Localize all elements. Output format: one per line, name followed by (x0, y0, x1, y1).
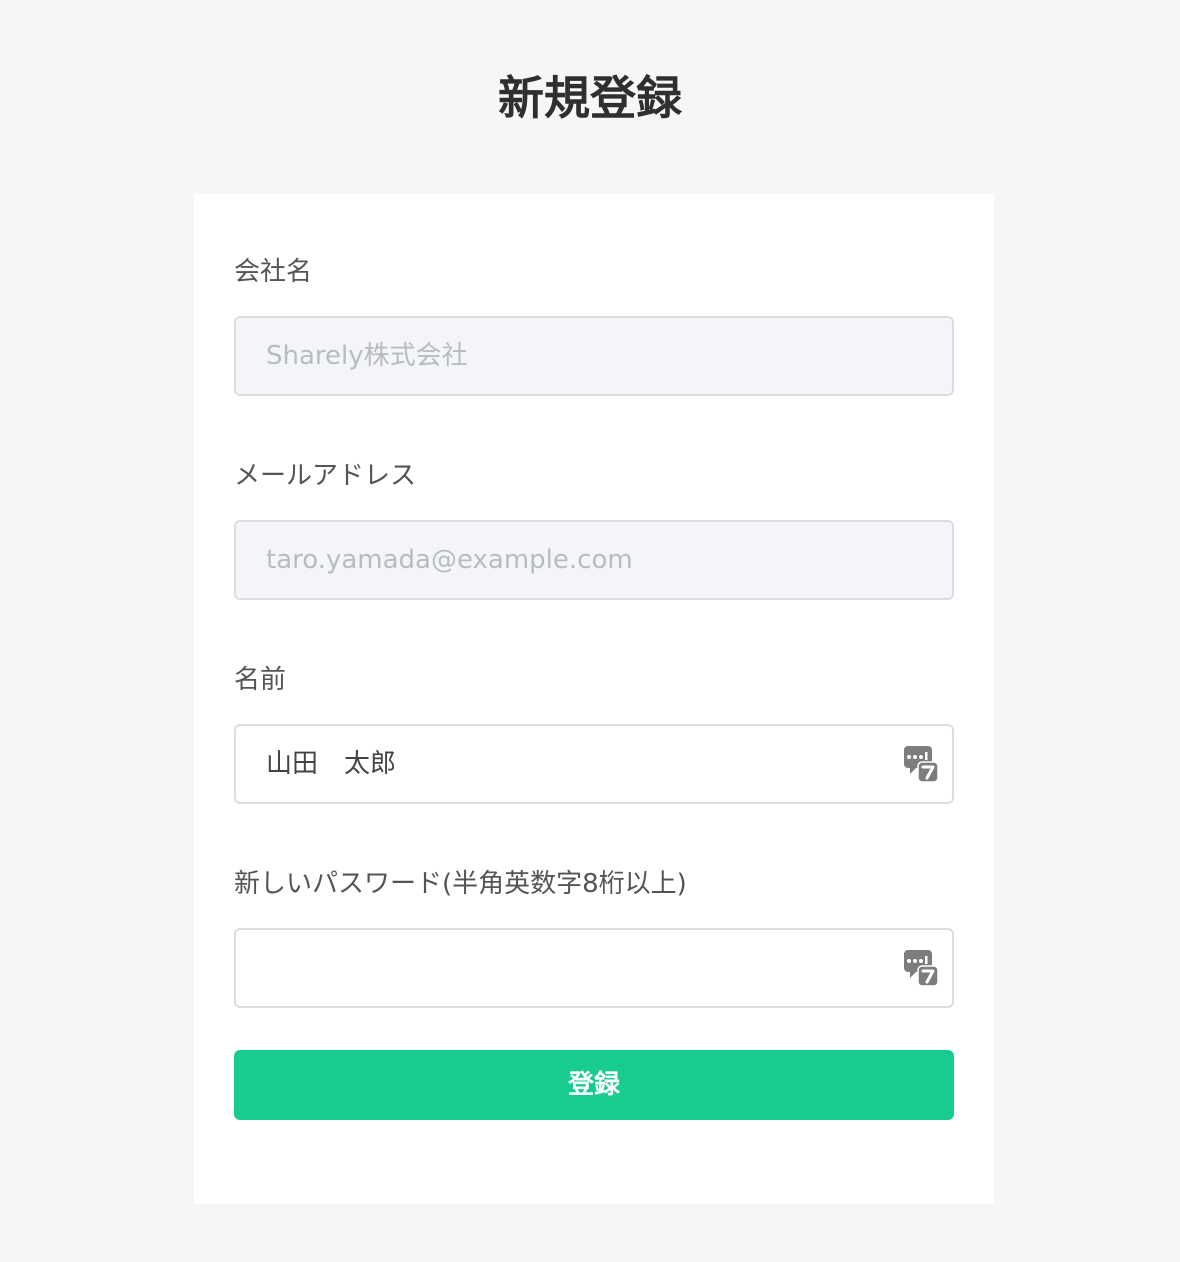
email-input[interactable]: taro.yamada@example.com (234, 520, 954, 600)
page-title: 新規登録 (498, 71, 682, 125)
password-label: 新しいパスワード(半角英数字8桁以上) (234, 869, 687, 899)
password-autofill-icon[interactable] (904, 746, 939, 783)
company-field: 会社名 Sharely株式会社 (234, 254, 954, 396)
password-input[interactable] (234, 928, 954, 1008)
name-label: 名前 (234, 665, 287, 695)
name-field: 名前 山田 太郎 (234, 662, 954, 804)
company-input[interactable]: Sharely株式会社 (234, 316, 954, 396)
name-input[interactable]: 山田 太郎 (234, 724, 954, 804)
password-field: 新しいパスワード(半角英数字8桁以上) (234, 866, 954, 1008)
register-button[interactable]: 登録 (234, 1050, 954, 1120)
name-input-value: 山田 太郎 (266, 749, 397, 779)
company-input-value: Sharely株式会社 (266, 341, 468, 371)
password-autofill-icon[interactable] (904, 950, 939, 987)
registration-form-card: 会社名 Sharely株式会社 メールアドレス taro.yamada@exam… (194, 194, 994, 1204)
email-label: メールアドレス (234, 461, 417, 491)
company-label: 会社名 (234, 257, 313, 287)
email-field: メールアドレス taro.yamada@example.com (234, 458, 954, 600)
email-input-value: taro.yamada@example.com (266, 545, 633, 575)
